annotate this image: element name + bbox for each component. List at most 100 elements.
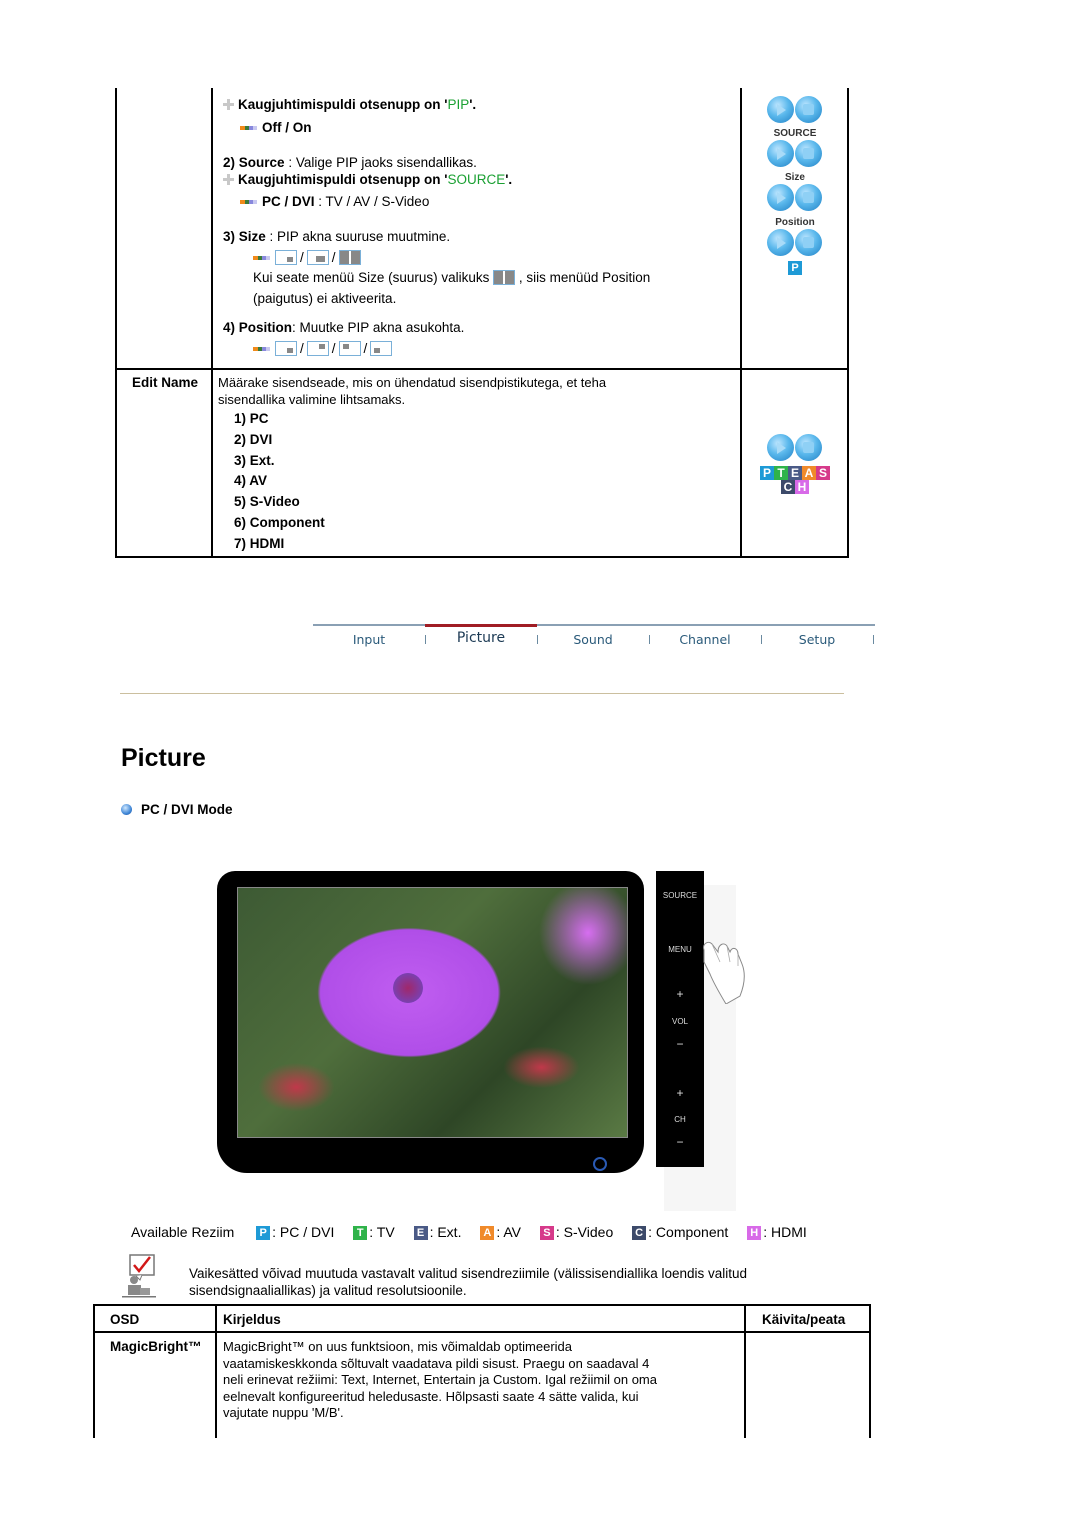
header-start-stop: Käivita/peata <box>762 1312 846 1327</box>
tab-picture[interactable]: Picture <box>425 630 537 646</box>
note-checkmark-icon <box>122 1254 156 1298</box>
tab-sound[interactable]: Sound <box>537 632 649 647</box>
osd-magicbright: MagicBright™ <box>110 1339 202 1354</box>
position-item: 4) Position: Muutke PIP akna asukohta. <box>223 320 465 335</box>
table-border <box>115 88 117 558</box>
size-note-cont: (paigutus) ei aktiveerita. <box>253 291 397 306</box>
plus-icon <box>223 99 234 110</box>
table-border <box>115 368 849 370</box>
side-button-ch-down: − <box>676 1135 684 1149</box>
flower-image <box>237 887 628 1138</box>
active-tab-indicator <box>425 624 537 627</box>
badge-s: S <box>816 466 830 480</box>
pip-large-icon <box>306 250 329 265</box>
option-bar-icon <box>253 347 270 352</box>
side-button-menu: MENU <box>668 945 692 954</box>
table-border <box>115 556 849 558</box>
remote-buttons-icon <box>767 229 823 257</box>
mode-s-video: S: S-Video <box>539 1224 613 1240</box>
pip-off-on: Off / On <box>240 120 312 136</box>
remote-buttons-icon <box>767 140 823 168</box>
note-text: Vaikesätted võivad muutuda vastavalt val… <box>189 1266 748 1298</box>
pip-split-icon <box>493 270 516 285</box>
side-button-ch-up: + <box>676 1086 684 1100</box>
source-item: 2) Source : Valige PIP jaoks sisendallik… <box>223 155 477 170</box>
hand-pointer-icon <box>703 941 745 1004</box>
badge-a: A <box>802 466 816 480</box>
table-border <box>847 88 849 558</box>
option-bar-icon <box>240 200 257 205</box>
mode-ext: E: Ext. <box>413 1224 461 1240</box>
edit-name-desc-1: Määrake sisendseade, mis on ühendatud si… <box>218 375 607 390</box>
source-options: PC / DVI : TV / AV / S-Video <box>240 194 429 210</box>
caption-position: Position <box>775 217 815 228</box>
remote-buttons-icon <box>767 184 823 212</box>
monitor-illustration <box>217 871 644 1173</box>
available-modes-label: Available Reziim <box>131 1224 235 1240</box>
pip-split-icon <box>338 250 361 265</box>
badge-t: T <box>774 466 788 480</box>
side-label-ch: CH <box>674 1115 686 1124</box>
plus-icon <box>223 174 234 185</box>
edit-name-label: Edit Name <box>132 375 199 390</box>
edit-name-item: 6) Component <box>234 515 325 530</box>
mode-av: A: AV <box>480 1224 521 1240</box>
caption-source: SOURCE <box>773 128 817 139</box>
pip-small-icon <box>275 250 297 265</box>
header-osd: OSD <box>110 1312 140 1327</box>
table-border <box>740 88 742 558</box>
mode-heading: PC / DVI Mode <box>121 802 233 817</box>
edit-name-item: 5) S-Video <box>234 494 300 509</box>
pip-top-right-icon <box>306 341 329 356</box>
caption-size: Size <box>784 172 805 183</box>
pip-key: PIP <box>447 97 470 112</box>
side-button-vol-down: − <box>676 1037 684 1051</box>
edit-name-item: 3) Ext. <box>234 453 275 468</box>
available-modes: Available Reziim P: PC / DVI T: TV E: Ex… <box>131 1224 807 1240</box>
edit-name-item: 4) AV <box>234 473 268 488</box>
edit-name-item: 1) PC <box>234 411 269 426</box>
header-description: Kirjeldus <box>223 1312 281 1327</box>
monitor-side-buttons: SOURCE MENU + VOL − + CH − <box>656 871 704 1167</box>
pip-bottom-right-icon <box>275 341 297 356</box>
remote-buttons-icon <box>767 434 823 462</box>
badge-h: H <box>795 480 809 494</box>
position-options: / / / <box>253 341 393 357</box>
tab-input[interactable]: Input <box>313 632 425 647</box>
badge-c: C <box>781 480 795 494</box>
remote-note-pip: Kaugjuhtimispuldi otsenupp on 'PIP'. <box>223 97 476 113</box>
input-badges-row-2: C H <box>781 480 809 494</box>
size-note: Kui seate menüü Size (suurus) valikuks ,… <box>253 270 651 285</box>
badge-p: P <box>760 466 774 480</box>
power-indicator-icon <box>593 1157 607 1171</box>
magicbright-desc: MagicBright™ on uus funktsioon, mis võim… <box>223 1339 657 1420</box>
edit-name-desc-2: sisendallika valimine lihtsamaks. <box>218 392 406 407</box>
pip-top-left-icon <box>338 341 361 356</box>
bullet-icon <box>121 804 132 815</box>
tab-channel[interactable]: Channel <box>649 632 761 647</box>
side-button-vol-up: + <box>676 987 684 1001</box>
option-bar-icon <box>240 126 257 131</box>
mode-tv: T: TV <box>353 1224 395 1240</box>
input-badges-row-1: P T E A S <box>760 466 830 480</box>
mode-hdmi: H: HDMI <box>747 1224 807 1240</box>
remote-note-source: Kaugjuhtimispuldi otsenupp on 'SOURCE'. <box>223 172 512 188</box>
mode-pc-dvi: P: PC / DVI <box>256 1224 334 1240</box>
pip-bottom-left-icon <box>370 341 393 356</box>
option-bar-icon <box>253 256 270 261</box>
remote-buttons-icon <box>767 96 823 124</box>
edit-name-item: 2) DVI <box>234 432 273 447</box>
page-title: Picture <box>121 744 206 772</box>
side-button-source: SOURCE <box>662 891 698 900</box>
source-key: SOURCE <box>447 172 506 187</box>
pc-mode-badge: P <box>788 261 802 275</box>
edit-name-item: 7) HDMI <box>234 536 285 551</box>
mode-component: C: Component <box>632 1224 728 1240</box>
table-border <box>211 88 213 558</box>
size-item: 3) Size : PIP akna suuruse muutmine. <box>223 229 451 244</box>
section-nav: Input Picture Sound Channel Setup <box>313 624 875 654</box>
tab-setup[interactable]: Setup <box>761 632 873 647</box>
section-divider <box>120 693 844 694</box>
side-label-vol: VOL <box>671 1017 688 1026</box>
size-options: / / <box>253 250 361 266</box>
